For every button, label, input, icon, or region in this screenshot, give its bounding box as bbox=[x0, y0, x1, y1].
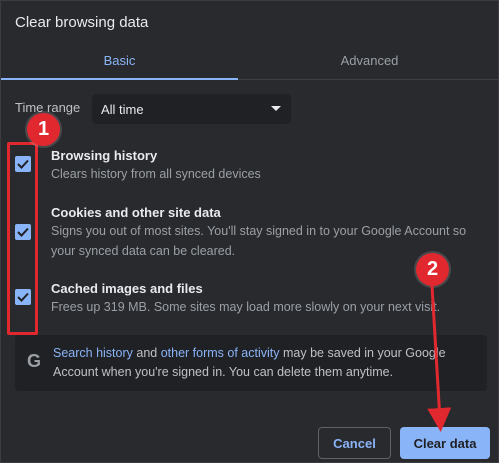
annotation-arrow bbox=[427, 285, 452, 432]
